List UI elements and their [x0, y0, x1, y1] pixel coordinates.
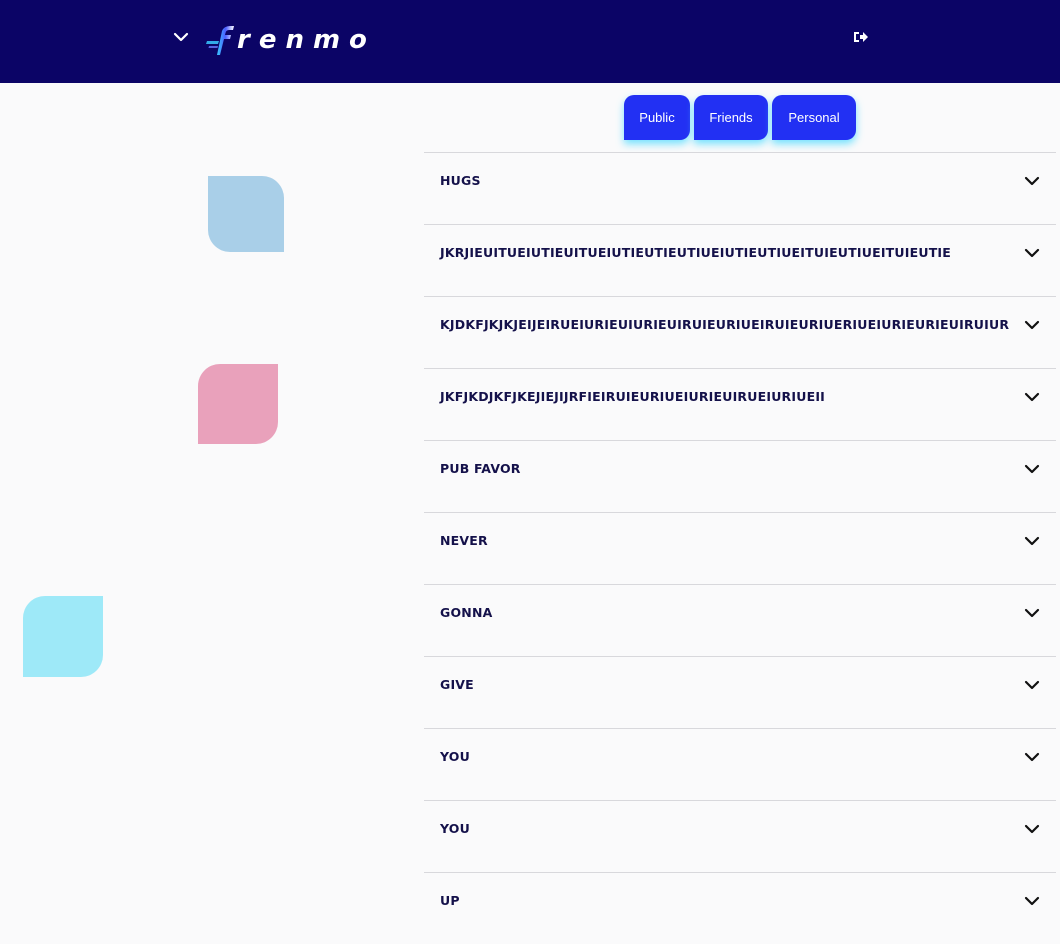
decorative-pink-shape	[198, 364, 278, 444]
logo-f-mark-icon	[205, 23, 235, 57]
list-item-label: HUGS	[440, 173, 481, 188]
logout-icon[interactable]	[851, 28, 871, 46]
list-item-label: YOU	[440, 821, 470, 836]
list-item[interactable]: UP	[424, 872, 1056, 944]
list-item-label: PUB FAVOR	[440, 461, 521, 476]
list-item[interactable]: JKFJKDJKFJKEJIEJIJRFIEIRUIEURIUEIURIEUIR…	[424, 368, 1056, 440]
tab-personal[interactable]: Personal	[772, 95, 856, 140]
chevron-down-icon[interactable]	[1024, 388, 1040, 402]
list-item[interactable]: NEVER	[424, 512, 1056, 584]
list-item-label: YOU	[440, 749, 470, 764]
chevron-down-icon[interactable]	[1024, 316, 1040, 330]
chevron-down-icon[interactable]	[1024, 532, 1040, 546]
list-item-label: GIVE	[440, 677, 474, 692]
decorative-blue-shape	[208, 176, 284, 252]
list-item-label: UP	[440, 893, 460, 908]
chevron-down-icon[interactable]	[1024, 244, 1040, 258]
list-item[interactable]: GONNA	[424, 584, 1056, 656]
list-item-label: JKRJIEUITUEIUTIEUITUEIUTIEUTIEUTIUEIUTIE…	[440, 245, 952, 260]
list-item-label: GONNA	[440, 605, 493, 620]
visibility-tabs: Public Friends Personal	[624, 95, 856, 140]
frenmo-logo[interactable]: renmo	[205, 22, 376, 58]
list-item-label: KJDKFJKJKJEIJEIRUEIURIEUIURIEUIRUIEURIUE…	[440, 317, 1010, 332]
top-navbar: renmo	[0, 0, 1060, 83]
decorative-cyan-shape	[23, 596, 103, 677]
favor-list: HUGS JKRJIEUITUEIUTIEUITUEIUTIEUTIEUTIUE…	[424, 152, 1056, 944]
list-item-label: JKFJKDJKFJKEJIEJIJRFIEIRUIEURIUEIURIEUIR…	[440, 389, 826, 404]
list-item[interactable]: PUB FAVOR	[424, 440, 1056, 512]
chevron-down-icon[interactable]	[1024, 172, 1040, 186]
tab-public[interactable]: Public	[624, 95, 690, 140]
menu-chevron-down-icon[interactable]	[172, 28, 190, 46]
list-item-label: NEVER	[440, 533, 488, 548]
list-item[interactable]: HUGS	[424, 152, 1056, 224]
chevron-down-icon[interactable]	[1024, 676, 1040, 690]
tab-friends[interactable]: Friends	[694, 95, 768, 140]
chevron-down-icon[interactable]	[1024, 892, 1040, 906]
logo-text: renmo	[237, 25, 376, 55]
chevron-down-icon[interactable]	[1024, 748, 1040, 762]
list-item[interactable]: YOU	[424, 800, 1056, 872]
list-item[interactable]: JKRJIEUITUEIUTIEUITUEIUTIEUTIEUTIUEIUTIE…	[424, 224, 1056, 296]
list-item[interactable]: KJDKFJKJKJEIJEIRUEIURIEUIURIEUIRUIEURIUE…	[424, 296, 1056, 368]
list-item[interactable]: GIVE	[424, 656, 1056, 728]
chevron-down-icon[interactable]	[1024, 604, 1040, 618]
chevron-down-icon[interactable]	[1024, 460, 1040, 474]
chevron-down-icon[interactable]	[1024, 820, 1040, 834]
list-item[interactable]: YOU	[424, 728, 1056, 800]
